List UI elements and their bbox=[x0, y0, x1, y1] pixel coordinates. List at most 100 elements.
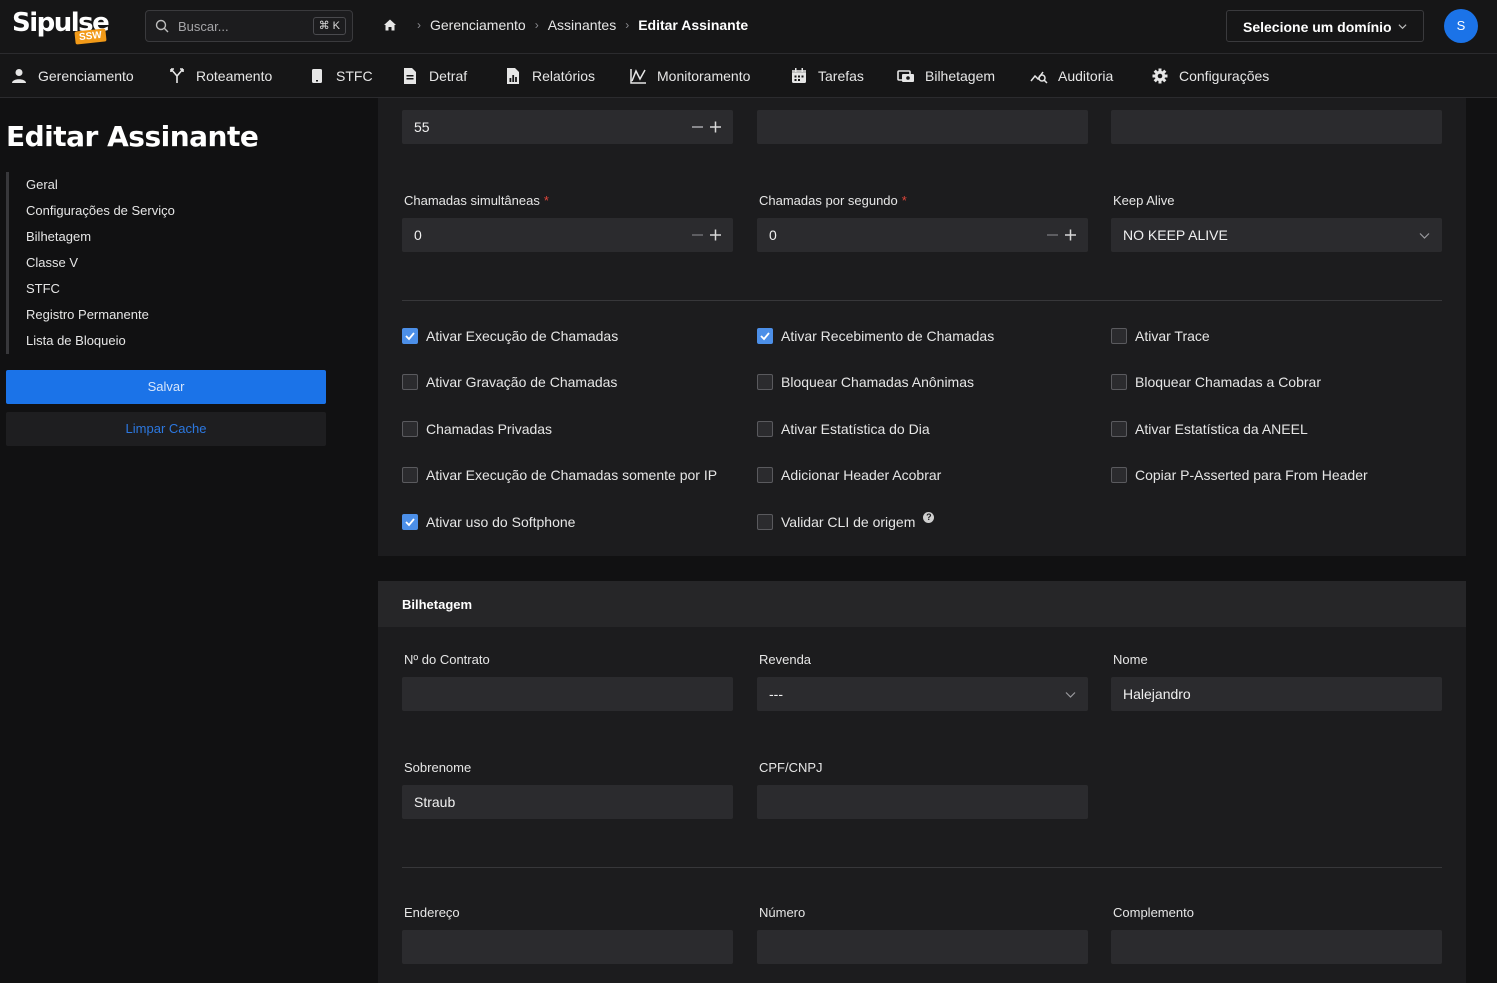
checkbox-unchecked[interactable] bbox=[402, 467, 418, 483]
checkbox-unchecked[interactable] bbox=[757, 374, 773, 390]
checkbox-ip-only-execution[interactable]: Ativar Execução de Chamadas somente por … bbox=[402, 467, 717, 483]
checkbox-checked[interactable] bbox=[757, 328, 773, 344]
checkbox-block-collect-calls[interactable]: Bloquear Chamadas a Cobrar bbox=[1111, 374, 1321, 390]
complement-input[interactable] bbox=[1111, 930, 1442, 964]
section-link-stfc[interactable]: STFC bbox=[9, 276, 336, 302]
checkbox-unchecked[interactable] bbox=[402, 374, 418, 390]
checkbox-enable-trace[interactable]: Ativar Trace bbox=[1111, 328, 1210, 344]
checkbox-unchecked[interactable] bbox=[402, 421, 418, 437]
checkbox-unchecked[interactable] bbox=[1111, 421, 1127, 437]
nav-roteamento[interactable]: Roteamento bbox=[168, 66, 272, 86]
checkbox-aneel-stats[interactable]: Ativar Estatística da ANEEL bbox=[1111, 421, 1308, 437]
checkbox-unchecked[interactable] bbox=[757, 467, 773, 483]
breadcrumb-item[interactable]: Gerenciamento bbox=[430, 17, 526, 33]
checkbox-unchecked[interactable] bbox=[1111, 328, 1127, 344]
section-link-bilhetagem[interactable]: Bilhetagem bbox=[9, 224, 336, 250]
nav-label: Tarefas bbox=[818, 68, 864, 84]
nav-label: Monitoramento bbox=[657, 68, 751, 84]
name-input[interactable]: Halejandro bbox=[1111, 677, 1442, 711]
checkbox-daily-stats[interactable]: Ativar Estatística do Dia bbox=[757, 421, 930, 437]
home-icon[interactable] bbox=[382, 17, 398, 33]
nav-gerenciamento[interactable]: Gerenciamento bbox=[10, 66, 134, 86]
nav-configuracoes[interactable]: Configurações bbox=[1151, 66, 1269, 86]
checkbox-unchecked[interactable] bbox=[757, 514, 773, 530]
number-label: Número bbox=[759, 905, 806, 920]
calls-per-second-input[interactable]: 0 bbox=[757, 218, 1088, 252]
nav-label: Relatórios bbox=[532, 68, 596, 84]
divider bbox=[402, 300, 1442, 301]
checkbox-unchecked[interactable] bbox=[757, 421, 773, 437]
billing-card bbox=[378, 581, 1466, 983]
checkbox-unchecked[interactable] bbox=[1111, 374, 1127, 390]
checkbox-checked[interactable] bbox=[402, 328, 418, 344]
calls-per-second-label: Chamadas por segundo * bbox=[759, 193, 907, 208]
search-box[interactable]: Buscar... ⌘ K bbox=[145, 10, 353, 42]
sipulse-logo[interactable]: Sipulse SSW bbox=[12, 6, 112, 50]
checkbox-label: Validar CLI de origem bbox=[781, 514, 916, 530]
chevron-right-icon: › bbox=[534, 18, 539, 32]
checkbox-label: Ativar Estatística da ANEEL bbox=[1135, 421, 1308, 437]
checkbox-copy-passerted[interactable]: Copiar P-Asserted para From Header bbox=[1111, 467, 1368, 483]
text-field-top-2[interactable] bbox=[757, 110, 1088, 144]
address-input[interactable] bbox=[402, 930, 733, 964]
search-icon bbox=[155, 19, 169, 33]
checkbox-label: Chamadas Privadas bbox=[426, 421, 553, 437]
nav-detraf[interactable]: Detraf bbox=[401, 66, 467, 86]
breadcrumb-current: Editar Assinante bbox=[638, 17, 749, 33]
checkbox-enable-call-receiving[interactable]: Ativar Recebimento de Chamadas bbox=[757, 328, 994, 344]
save-button[interactable]: Salvar bbox=[6, 370, 326, 404]
calendar-icon bbox=[792, 68, 806, 83]
stepper-minus-plus-icon[interactable] bbox=[1046, 227, 1078, 243]
nav-auditoria[interactable]: Auditoria bbox=[1030, 66, 1113, 86]
report-icon bbox=[507, 68, 519, 84]
numeric-field-top-1[interactable]: 55 bbox=[402, 110, 733, 144]
chevron-down-icon bbox=[1419, 233, 1430, 239]
clear-cache-button[interactable]: Limpar Cache bbox=[6, 412, 326, 446]
nav-relatorios[interactable]: Relatórios bbox=[504, 66, 595, 86]
required-marker: * bbox=[543, 193, 549, 208]
billing-title: Bilhetagem bbox=[402, 597, 473, 612]
section-link-bloqueio[interactable]: Lista de Bloqueio bbox=[9, 328, 336, 354]
checkbox-block-anonymous[interactable]: Bloquear Chamadas Anônimas bbox=[757, 374, 974, 390]
section-link-servico[interactable]: Configurações de Serviço bbox=[9, 198, 336, 224]
surname-input[interactable]: Straub bbox=[402, 785, 733, 819]
contract-label: Nº do Contrato bbox=[404, 652, 490, 667]
simultaneous-calls-label: Chamadas simultâneas * bbox=[404, 193, 549, 208]
breadcrumb-item[interactable]: Assinantes bbox=[548, 17, 616, 33]
stepper-minus-plus-icon[interactable] bbox=[691, 119, 723, 135]
stepper-minus-plus-icon[interactable] bbox=[691, 227, 723, 243]
nav-monitoramento[interactable]: Monitoramento bbox=[629, 66, 750, 86]
field-value: NO KEEP ALIVE bbox=[1123, 227, 1228, 243]
field-value: 0 bbox=[414, 227, 422, 243]
checkbox-checked[interactable] bbox=[402, 514, 418, 530]
contract-input[interactable] bbox=[402, 677, 733, 711]
field-value: 0 bbox=[769, 227, 777, 243]
search-placeholder: Buscar... bbox=[178, 19, 229, 34]
cpf-cnpj-input[interactable] bbox=[757, 785, 1088, 819]
reseller-label: Revenda bbox=[759, 652, 812, 667]
help-icon[interactable]: ? bbox=[923, 511, 935, 523]
checkbox-enable-softphone[interactable]: Ativar uso do Softphone bbox=[402, 514, 575, 530]
required-marker: * bbox=[901, 193, 907, 208]
section-link-geral[interactable]: Geral bbox=[9, 172, 336, 198]
section-link-registro[interactable]: Registro Permanente bbox=[9, 302, 336, 328]
checkbox-private-calls[interactable]: Chamadas Privadas bbox=[402, 421, 552, 437]
checkbox-unchecked[interactable] bbox=[1111, 467, 1127, 483]
nav-bilhetagem[interactable]: Bilhetagem bbox=[897, 66, 995, 86]
checkbox-enable-recording[interactable]: Ativar Gravação de Chamadas bbox=[402, 374, 617, 390]
checkbox-label: Ativar Execução de Chamadas somente por … bbox=[426, 467, 718, 483]
keep-alive-select[interactable]: NO KEEP ALIVE bbox=[1111, 218, 1442, 252]
nav-label: Roteamento bbox=[196, 68, 273, 84]
simultaneous-calls-input[interactable]: 0 bbox=[402, 218, 733, 252]
user-avatar[interactable]: S bbox=[1444, 9, 1478, 43]
checkbox-add-acobrar-header[interactable]: Adicionar Header Acobrar bbox=[757, 467, 941, 483]
nav-tarefas[interactable]: Tarefas bbox=[790, 66, 864, 86]
number-input[interactable] bbox=[757, 930, 1088, 964]
checkbox-enable-call-execution[interactable]: Ativar Execução de Chamadas bbox=[402, 328, 618, 344]
nav-stfc[interactable]: STFC bbox=[308, 66, 373, 86]
domain-select[interactable]: Selecione um domínio bbox=[1226, 10, 1424, 42]
reseller-select[interactable]: --- bbox=[757, 677, 1088, 711]
checkbox-validate-origin-cli[interactable]: Validar CLI de origem? bbox=[757, 511, 935, 530]
section-link-classe-v[interactable]: Classe V bbox=[9, 250, 336, 276]
text-field-top-3[interactable] bbox=[1111, 110, 1442, 144]
